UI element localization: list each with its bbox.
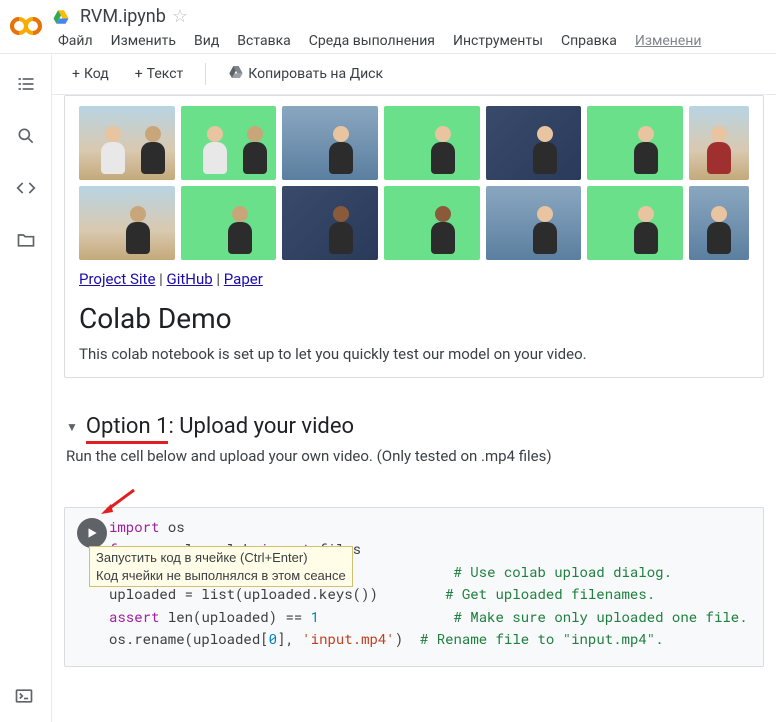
section-subtext: Run the cell below and upload your own v… — [66, 447, 762, 465]
menu-insert[interactable]: Вставка — [231, 29, 296, 53]
heading-option1: Option 1: Upload your video — [86, 414, 354, 439]
code-editor[interactable]: import os from google.colab import files… — [109, 516, 753, 658]
collapse-arrow-icon[interactable]: ▼ — [66, 420, 78, 434]
thumbnail-grid — [79, 106, 749, 260]
thumb — [79, 186, 175, 260]
menu-last-edit[interactable]: Изменени — [629, 29, 708, 53]
run-tooltip: Запустить код в ячейке (Ctrl+Enter)Код я… — [89, 546, 353, 587]
menu-tools[interactable]: Инструменты — [447, 29, 549, 53]
colab-logo-icon[interactable] — [8, 8, 44, 44]
search-icon[interactable] — [14, 124, 38, 148]
left-rail — [0, 54, 52, 722]
notebook-title[interactable]: RVM.ipynb — [80, 6, 166, 27]
thumb — [181, 106, 277, 180]
header: RVM.ipynb ☆ Файл Изменить Вид Вставка Ср… — [0, 0, 776, 54]
thumb — [282, 186, 378, 260]
drive-icon — [228, 64, 244, 84]
menu-runtime[interactable]: Среда выполнения — [303, 29, 441, 53]
terminal-icon[interactable] — [14, 686, 34, 710]
text-cell-option1[interactable]: ▼ Option 1: Upload your video Run the ce… — [64, 396, 764, 489]
thumb — [587, 106, 683, 180]
run-cell-button[interactable] — [77, 518, 107, 548]
thumb — [181, 186, 277, 260]
thumb — [79, 106, 175, 180]
add-text-button[interactable]: +Текст — [127, 62, 192, 86]
star-icon[interactable]: ☆ — [172, 6, 188, 27]
link-github[interactable]: GitHub — [167, 270, 213, 288]
plus-icon: + — [135, 66, 143, 82]
notebook: Project Site | GitHub | Paper Colab Demo… — [52, 95, 776, 687]
links-row: Project Site | GitHub | Paper — [79, 270, 749, 288]
drive-icon — [52, 8, 70, 26]
play-icon — [85, 526, 99, 540]
separator: | — [213, 270, 224, 288]
toolbar: +Код +Текст Копировать на Диск — [52, 54, 776, 95]
separator — [205, 63, 206, 85]
title-area: RVM.ipynb ☆ Файл Изменить Вид Вставка Ср… — [52, 6, 768, 53]
files-icon[interactable] — [14, 228, 38, 252]
menu-edit[interactable]: Изменить — [105, 29, 182, 53]
text-cell-intro[interactable]: Project Site | GitHub | Paper Colab Demo… — [64, 95, 764, 378]
main: +Код +Текст Копировать на Диск — [0, 54, 776, 722]
thumb — [282, 106, 378, 180]
heading-colab-demo: Colab Demo — [79, 302, 749, 335]
arrow-annotation-icon — [99, 488, 139, 518]
content-area: +Код +Текст Копировать на Диск — [52, 54, 776, 722]
thumb — [486, 186, 582, 260]
thumb — [689, 186, 749, 260]
separator: | — [155, 270, 166, 288]
menu-help[interactable]: Справка — [555, 29, 623, 53]
copy-to-drive-button[interactable]: Копировать на Диск — [220, 60, 391, 88]
thumb — [486, 106, 582, 180]
menu-bar: Файл Изменить Вид Вставка Среда выполнен… — [52, 29, 768, 53]
thumb — [384, 106, 480, 180]
description-text: This colab notebook is set up to let you… — [79, 345, 749, 363]
code-snippets-icon[interactable] — [14, 176, 38, 200]
thumb — [384, 186, 480, 260]
thumb — [587, 186, 683, 260]
add-code-button[interactable]: +Код — [64, 62, 117, 86]
link-project-site[interactable]: Project Site — [79, 270, 155, 288]
plus-icon: + — [72, 66, 80, 82]
toc-icon[interactable] — [14, 72, 38, 96]
menu-file[interactable]: Файл — [52, 29, 99, 53]
code-cell[interactable]: import os from google.colab import files… — [64, 507, 764, 667]
link-paper[interactable]: Paper — [224, 270, 263, 288]
menu-view[interactable]: Вид — [188, 29, 225, 53]
thumb — [689, 106, 749, 180]
